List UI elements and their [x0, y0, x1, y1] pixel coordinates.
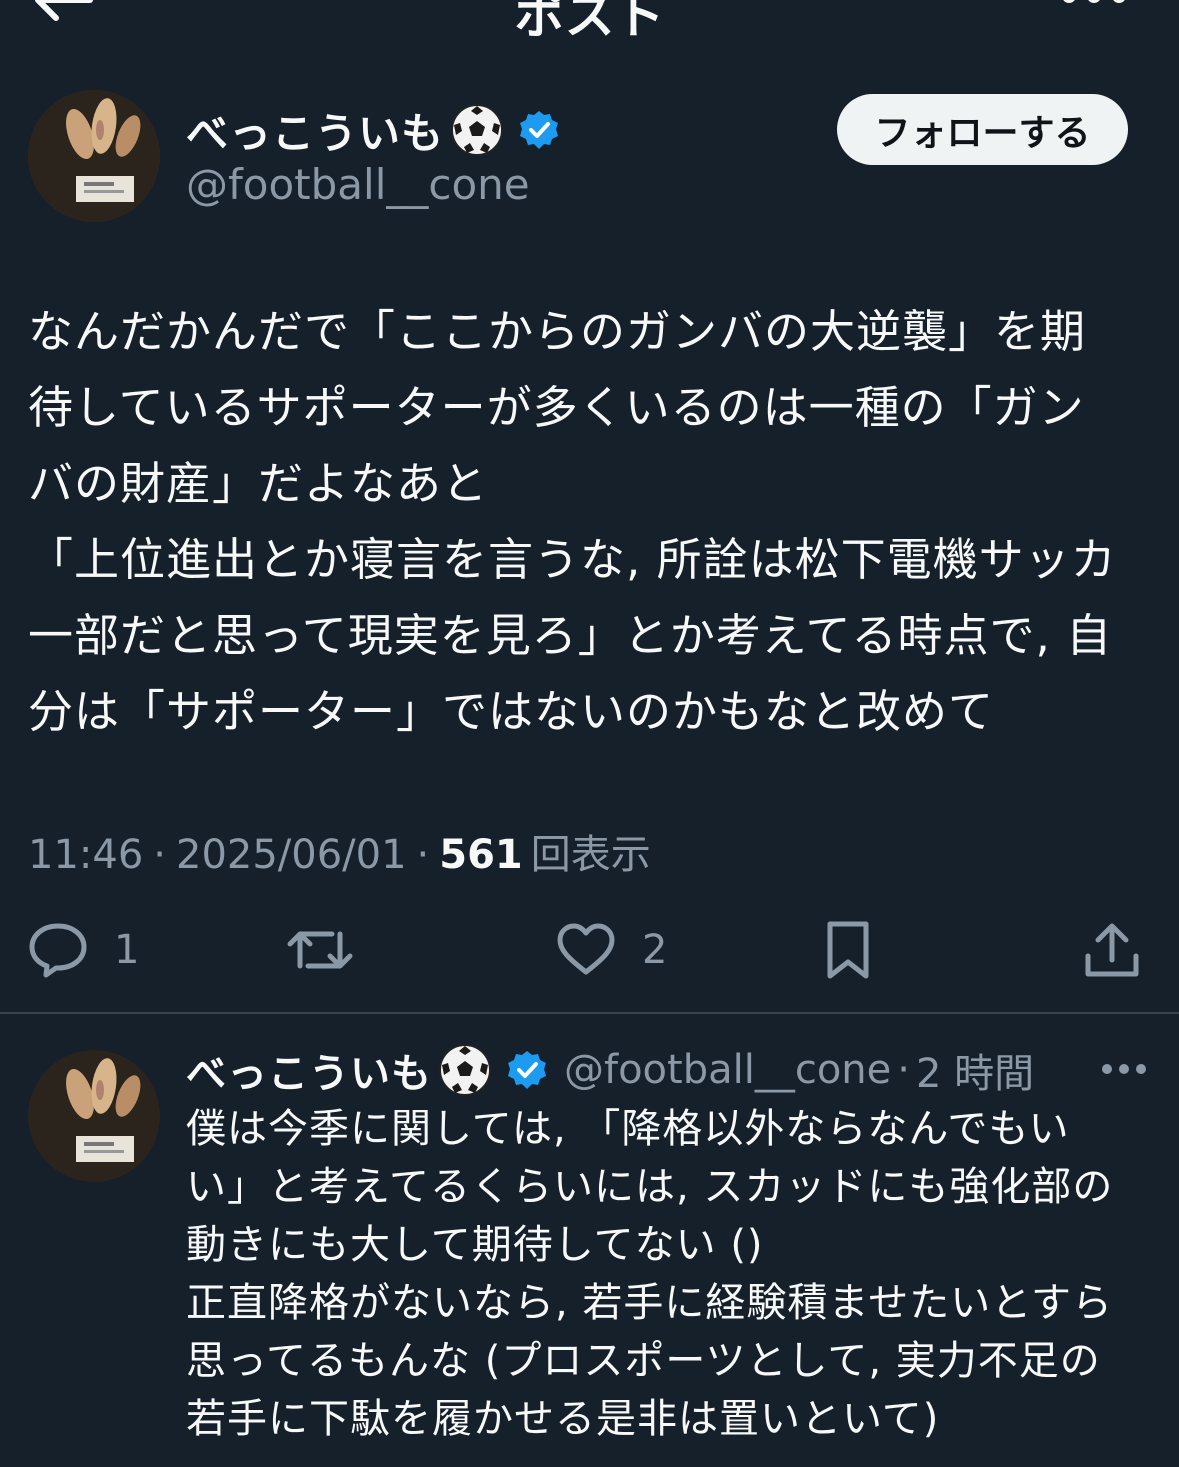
avatar-image: [28, 1050, 160, 1182]
reply-text: 僕は今季に関しては, 「降格以外ならなんでもい い」と考えてるくらいには, スカ…: [186, 1106, 1114, 1442]
reply-avatar[interactable]: [28, 1050, 160, 1182]
meta-separator: ·: [153, 832, 166, 878]
reply-time[interactable]: 2 時間: [916, 1041, 1034, 1099]
views-count: 561: [439, 832, 523, 878]
meta-separator: ·: [416, 832, 430, 878]
soccer-ball-icon: [451, 104, 504, 156]
comment-icon: [29, 923, 87, 978]
bookmark-icon: [827, 921, 869, 979]
like-count: 2: [642, 927, 668, 973]
reply-author-name[interactable]: べっこういも: [186, 1041, 432, 1099]
post-time[interactable]: 11:46: [28, 832, 143, 878]
share-icon: [1085, 923, 1139, 977]
ellipsis-icon[interactable]: [1100, 1062, 1148, 1076]
verified-badge-icon: [520, 111, 559, 149]
reply-separator: ·: [897, 1047, 910, 1093]
reply-button[interactable]: 1: [28, 918, 139, 982]
post-date[interactable]: 2025/06/01: [176, 832, 407, 878]
divider: [0, 1012, 1179, 1014]
reply-handle[interactable]: @football__cone: [564, 1047, 891, 1093]
avatar-image: [28, 90, 160, 222]
follow-button[interactable]: フォローする: [837, 94, 1128, 165]
views-label: 回表示: [530, 832, 651, 878]
ellipsis-icon[interactable]: [1059, 0, 1129, 4]
retweet-icon: [287, 931, 353, 969]
post-text: なんだかんだで「ここからのガンバの大逆襲」を期 待しているサポーターが多くいるの…: [28, 305, 1117, 738]
author-handle[interactable]: @football__cone: [186, 160, 530, 209]
post-meta: 11:46 · 2025/06/01 · 561 回表示: [28, 822, 651, 880]
soccer-ball-icon: [439, 1044, 491, 1096]
reply-count: 1: [114, 927, 140, 973]
author-name-row[interactable]: べっこういも: [186, 100, 560, 160]
reply-header: べっこういも @football__cone · 2 時間: [186, 1040, 1034, 1100]
share-button[interactable]: [1082, 918, 1142, 982]
top-bar: ポスト: [0, 0, 1179, 45]
avatar[interactable]: [28, 90, 160, 222]
bookmark-button[interactable]: [822, 918, 874, 982]
heart-icon: [557, 923, 615, 975]
retweet-button[interactable]: [286, 918, 354, 982]
author-name[interactable]: べっこういも: [186, 100, 444, 161]
post-detail-screen: ポスト べっこういも @football__cone フォローする なんだかんだ…: [0, 0, 1179, 1467]
like-button[interactable]: 2: [556, 918, 667, 982]
verified-badge-icon: [508, 1051, 546, 1089]
page-title: ポスト: [514, 0, 665, 45]
